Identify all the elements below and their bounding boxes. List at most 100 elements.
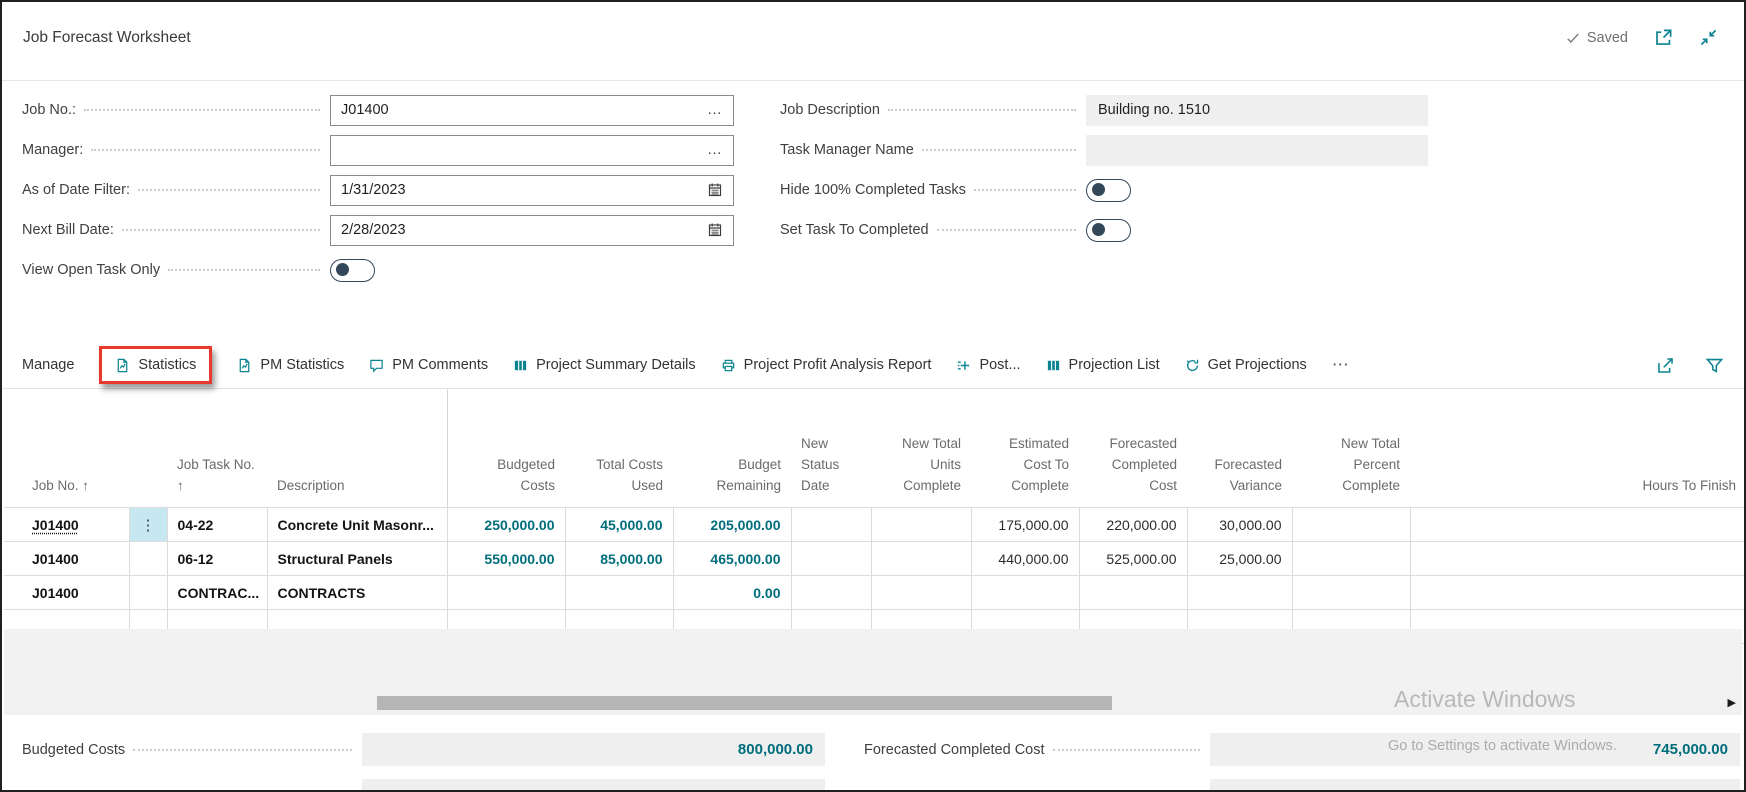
column-header-forecasted[interactable]: Forecasted Completed Cost <box>1079 389 1187 508</box>
grid-cell[interactable] <box>971 576 1079 610</box>
toolbar-item-manage[interactable]: Manage <box>22 357 74 373</box>
column-header-estimated[interactable]: Estimated Cost To Complete <box>971 389 1079 508</box>
grid-cell[interactable]: 220,000.00 <box>1079 508 1187 542</box>
grid-cell[interactable] <box>1292 576 1410 610</box>
grid-cell[interactable]: J01400 <box>4 542 129 576</box>
row-options-icon[interactable]: ⋮ <box>129 508 167 542</box>
column-header-budgeted[interactable]: Budgeted Costs <box>447 389 565 508</box>
grid-cell[interactable] <box>129 542 167 576</box>
toolbar-item-projection-list[interactable]: Projection List <box>1046 357 1160 373</box>
column-header-forecasted[interactable]: Forecasted Variance <box>1187 389 1292 508</box>
grid-cell[interactable]: Structural Panels <box>267 542 447 576</box>
next-bill-date-label: Next Bill Date: <box>22 222 114 238</box>
forecasted-completed-cost-total-box: 745,000.00 <box>1210 733 1740 766</box>
toolbar-item-label: Projection List <box>1069 357 1160 373</box>
job-no-input[interactable]: J01400… <box>330 95 734 126</box>
filter-icon[interactable] <box>1705 356 1724 375</box>
job-forecast-grid: Job No. ↑Job Task No. ↑DescriptionBudget… <box>4 389 1746 644</box>
grid-cell[interactable]: CONTRAC... <box>167 576 267 610</box>
scroll-right-arrow-icon[interactable]: ▶ <box>1728 696 1736 709</box>
column-header-job-no[interactable]: Job No. ↑ <box>4 389 129 508</box>
collapse-header-icon[interactable] <box>1699 28 1718 47</box>
grid-cell[interactable] <box>1410 542 1746 576</box>
open-in-new-window-icon[interactable] <box>1654 28 1673 47</box>
toolbar-item-post[interactable]: Post... <box>956 357 1020 373</box>
grid-cell[interactable]: 25,000.00 <box>1187 542 1292 576</box>
column-header-description[interactable]: Description <box>267 389 447 508</box>
share-icon[interactable] <box>1656 356 1675 375</box>
grid-cell[interactable]: 04-22 <box>167 508 267 542</box>
grid-cell[interactable] <box>871 508 971 542</box>
column-header-row-menu[interactable] <box>129 389 167 508</box>
grid-cell[interactable] <box>791 508 871 542</box>
saved-label: Saved <box>1587 30 1628 46</box>
toolbar-item-project-summary-details[interactable]: Project Summary Details <box>513 357 696 373</box>
grid-cell[interactable]: Concrete Unit Masonr... <box>267 508 447 542</box>
grid-cell[interactable] <box>1079 576 1187 610</box>
grid-cell[interactable] <box>1292 542 1410 576</box>
toolbar-item-label: Manage <box>22 357 74 373</box>
grid-cell[interactable]: CONTRACTS <box>267 576 447 610</box>
horizontal-scrollbar[interactable]: ▶ <box>4 691 1742 715</box>
grid-cell[interactable] <box>447 576 565 610</box>
toolbar-item-statistics[interactable]: Statistics <box>99 346 212 384</box>
grid-cell[interactable]: 550,000.00 <box>447 542 565 576</box>
grid-cell[interactable] <box>1187 576 1292 610</box>
partial-field-box <box>362 779 825 792</box>
table-icon <box>513 358 528 373</box>
toolbar-item-pm-statistics[interactable]: PM Statistics <box>237 357 344 373</box>
column-header-budget[interactable]: Budget Remaining <box>673 389 791 508</box>
grid-cell[interactable]: 205,000.00 <box>673 508 791 542</box>
column-header-new[interactable]: New Status Date <box>791 389 871 508</box>
partial-field-box <box>1210 779 1740 792</box>
grid-cell[interactable] <box>1410 508 1746 542</box>
column-header-new-total[interactable]: New Total Percent Complete <box>1292 389 1410 508</box>
hide-100-completed-tasks-toggle[interactable] <box>1086 179 1131 202</box>
grid-cell[interactable]: 465,000.00 <box>673 542 791 576</box>
grid-cell[interactable] <box>1292 508 1410 542</box>
manager-input[interactable]: … <box>330 135 734 166</box>
grid-cell[interactable]: J01400 <box>4 576 129 610</box>
column-header-total-costs[interactable]: Total Costs Used <box>565 389 673 508</box>
grid-cell[interactable]: 0.00 <box>673 576 791 610</box>
dotted-leader <box>922 149 1076 151</box>
toolbar-item-pm-comments[interactable]: PM Comments <box>369 357 488 373</box>
field-row-set-task-to-completed: Set Task To Completed <box>780 210 1428 250</box>
next-bill-date-input[interactable]: 2/28/2023 <box>330 215 734 246</box>
column-header-job-task-no[interactable]: Job Task No. ↑ <box>167 389 267 508</box>
job-no-lookup-button[interactable]: … <box>707 105 723 115</box>
set-task-to-completed-toggle[interactable] <box>1086 219 1131 242</box>
column-header-new-total[interactable]: New Total Units Complete <box>871 389 971 508</box>
calendar-icon[interactable] <box>707 222 723 238</box>
column-header-hours-to-finish[interactable]: Hours To Finish <box>1410 389 1746 508</box>
toolbar-item-project-profit-analysis-report[interactable]: Project Profit Analysis Report <box>721 357 932 373</box>
field-row-job-description: Job DescriptionBuilding no. 1510 <box>780 90 1428 130</box>
grid-cell[interactable]: 175,000.00 <box>971 508 1079 542</box>
grid-cell[interactable]: 45,000.00 <box>565 508 673 542</box>
grid-cell[interactable]: 440,000.00 <box>971 542 1079 576</box>
grid-cell[interactable] <box>1410 576 1746 610</box>
grid-cell[interactable] <box>871 542 971 576</box>
grid-cell[interactable] <box>871 576 971 610</box>
grid-cell[interactable]: 06-12 <box>167 542 267 576</box>
forecasted-completed-cost-total-label: Forecasted Completed Cost <box>864 742 1045 758</box>
grid-cell[interactable] <box>129 576 167 610</box>
grid-cell[interactable] <box>565 576 673 610</box>
partial-total-row <box>22 779 825 792</box>
set-task-to-completed-label: Set Task To Completed <box>780 222 929 238</box>
grid-cell[interactable]: J01400 <box>4 508 129 542</box>
task-manager-name-label: Task Manager Name <box>780 142 914 158</box>
grid-cell[interactable]: 250,000.00 <box>447 508 565 542</box>
scrollbar-thumb[interactable] <box>377 696 1112 710</box>
grid-cell[interactable]: 85,000.00 <box>565 542 673 576</box>
grid-cell[interactable]: 525,000.00 <box>1079 542 1187 576</box>
grid-cell[interactable]: 30,000.00 <box>1187 508 1292 542</box>
grid-cell[interactable] <box>791 576 871 610</box>
calendar-icon[interactable] <box>707 182 723 198</box>
toolbar-item-get-projections[interactable]: Get Projections <box>1185 357 1307 373</box>
as-of-date-filter-input[interactable]: 1/31/2023 <box>330 175 734 206</box>
manager-lookup-button[interactable]: … <box>707 145 723 155</box>
grid-cell[interactable] <box>791 542 871 576</box>
view-open-task-only-toggle[interactable] <box>330 259 375 282</box>
more-options-icon[interactable]: ⋯ <box>1332 355 1351 375</box>
